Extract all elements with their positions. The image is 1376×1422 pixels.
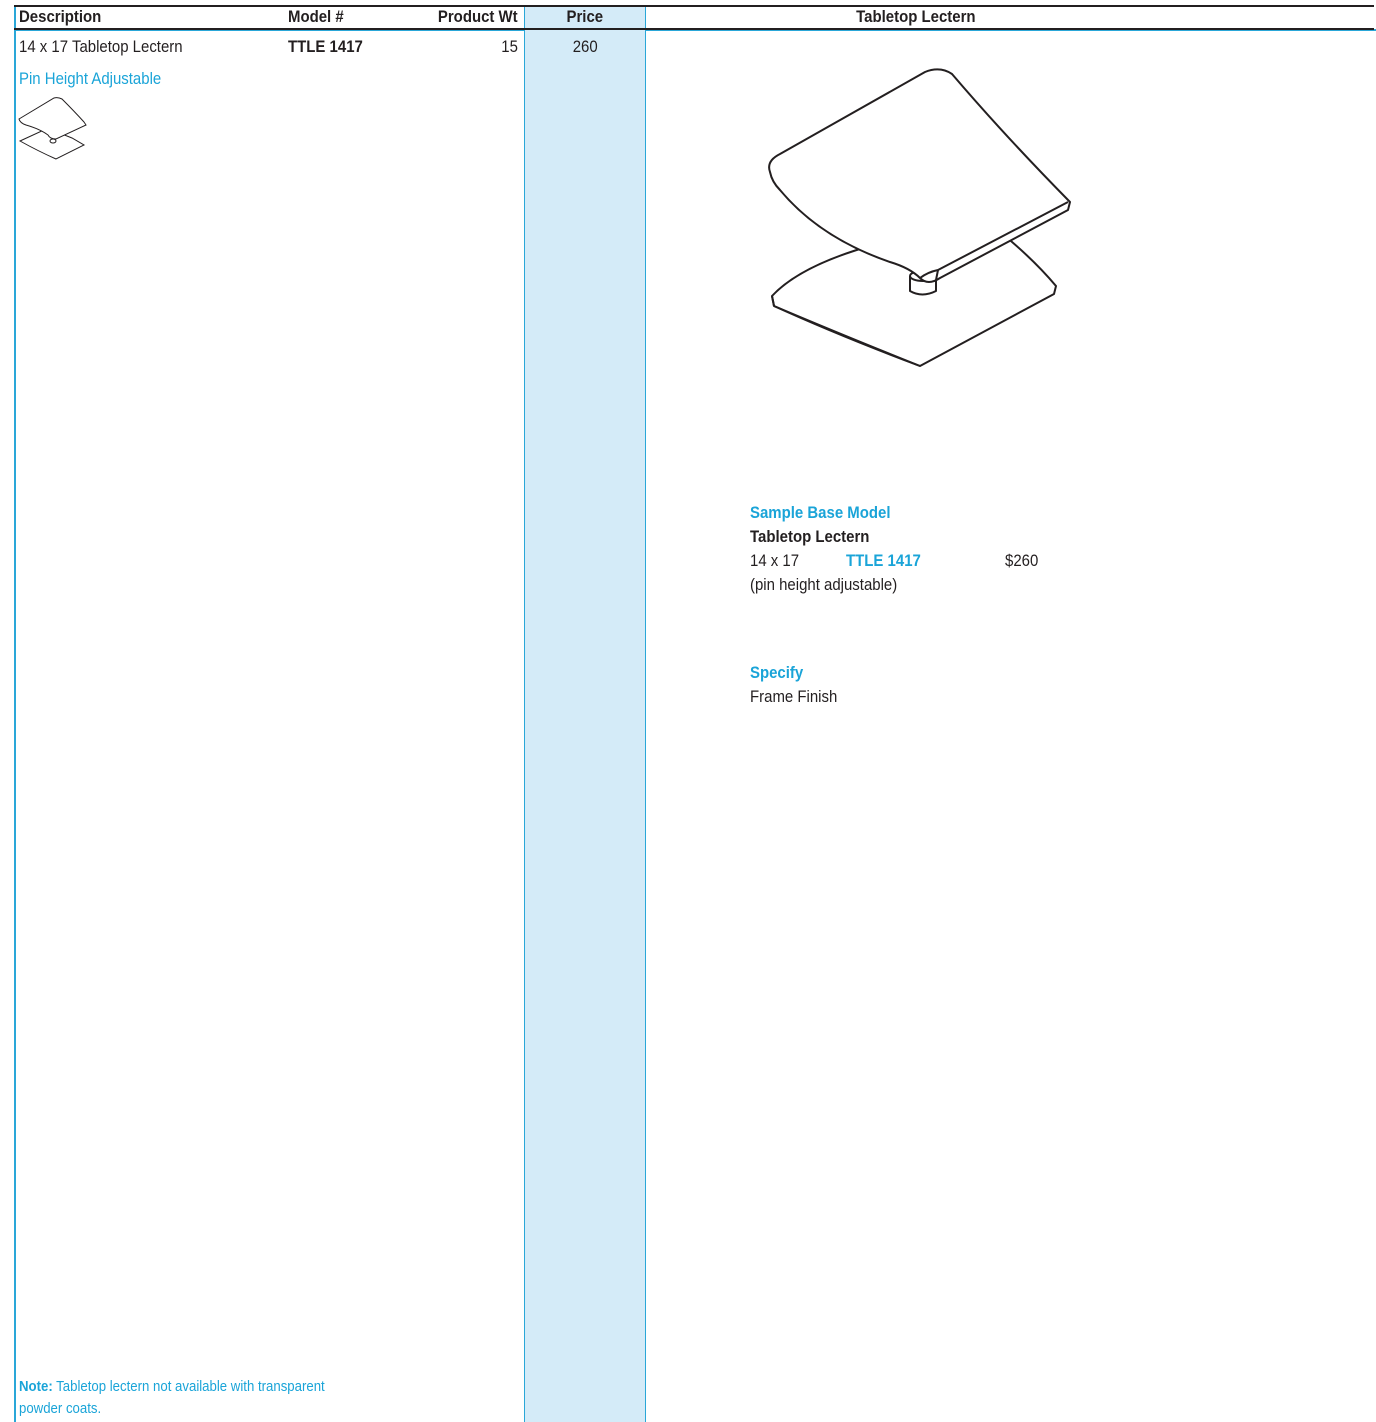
header-section-title: Tabletop Lectern: [856, 7, 976, 26]
footnote-text-2: powder coats.: [19, 1400, 102, 1417]
left-rule: [14, 5, 16, 1422]
sample-model: TTLE 1417: [846, 551, 921, 570]
price-column-background: [524, 5, 646, 1422]
sample-price: $260: [1005, 551, 1039, 570]
footnote: Note: Tabletop lectern not available wit…: [19, 1376, 366, 1420]
lectern-illustration: [768, 68, 1071, 367]
option-label: Pin Height Adjustable: [19, 69, 162, 88]
specify-heading: Specify: [750, 663, 804, 682]
footnote-text-1: Tabletop lectern not available with tran…: [52, 1378, 325, 1395]
lectern-thumbnail-icon: [18, 97, 87, 160]
sample-heading: Sample Base Model: [750, 503, 891, 522]
specify-item: Frame Finish: [750, 687, 838, 706]
row-weight: 15: [501, 37, 518, 56]
header-model: Model #: [288, 7, 344, 26]
header-weight: Product Wt: [438, 7, 518, 26]
row-model: TTLE 1417: [288, 37, 363, 56]
footnote-label: Note:: [19, 1378, 53, 1395]
header-description: Description: [19, 7, 102, 26]
row-description: 14 x 17 Tabletop Lectern: [19, 37, 183, 56]
sample-size: 14 x 17: [750, 551, 800, 570]
sample-product: Tabletop Lectern: [750, 527, 870, 546]
sample-note: (pin height adjustable): [750, 575, 898, 594]
row-price: 260: [572, 37, 598, 56]
header-price: Price: [566, 7, 604, 26]
header-bottom-rule: [14, 28, 1374, 30]
